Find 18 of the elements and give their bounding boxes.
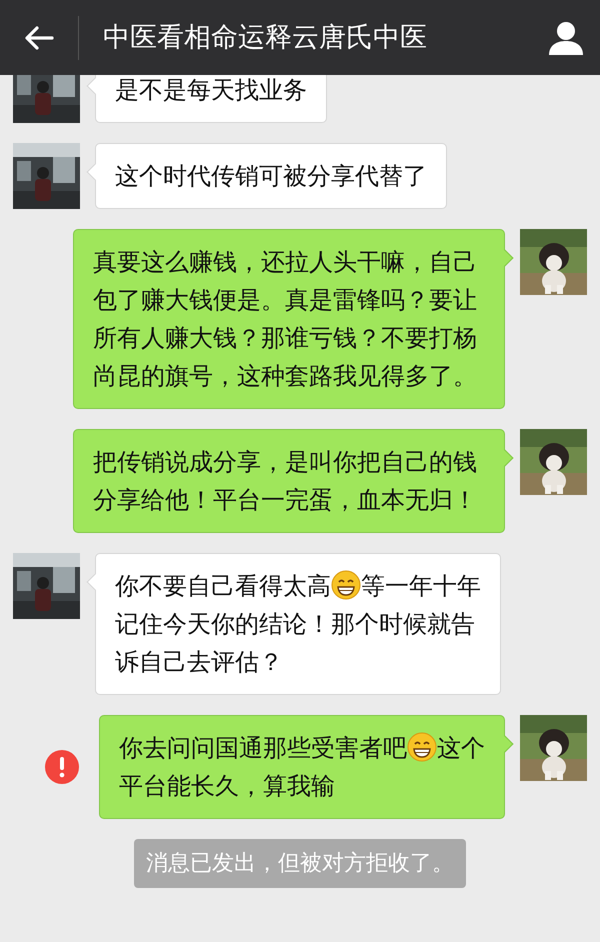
message-text: 你不要自己看得太高	[115, 572, 331, 600]
error-icon[interactable]	[44, 749, 80, 785]
message-text: 诉自己去评估？	[115, 648, 283, 676]
message-text: 平台能长久，算我输	[119, 772, 335, 800]
message-text: 你去问问国通那些受害者吧	[119, 734, 407, 762]
grin-emoji-icon	[331, 570, 361, 600]
message-text: 这个	[437, 734, 485, 762]
grin-emoji-icon	[407, 732, 437, 762]
message-text: 记住今天你的结论！那个时候就告	[115, 610, 475, 638]
person-icon[interactable]	[548, 20, 584, 54]
message-text: 等一年十年	[361, 572, 481, 600]
back-arrow-icon[interactable]	[24, 24, 54, 50]
message-text: 是不是每天找业务	[115, 76, 307, 104]
chat-title: 中医看相命运释云唐氏中医	[103, 24, 428, 51]
message-text: 真要这么赚钱，还拉人头干嘛，自己包了赚大钱便是。真是雷锋吗？要让所有人赚大钱？那谁亏钱？不要打杨尚昆的旗号，这种套路我见得多了。	[93, 248, 477, 390]
message-text: 把传销说成分享，是叫你把自己的钱分享给他！平台一完蛋，血本无归！	[93, 448, 477, 514]
system-notice: 消息已发出，但被对方拒收了。	[134, 839, 466, 888]
message-text: 这个时代传销可被分享代替了	[115, 162, 427, 190]
